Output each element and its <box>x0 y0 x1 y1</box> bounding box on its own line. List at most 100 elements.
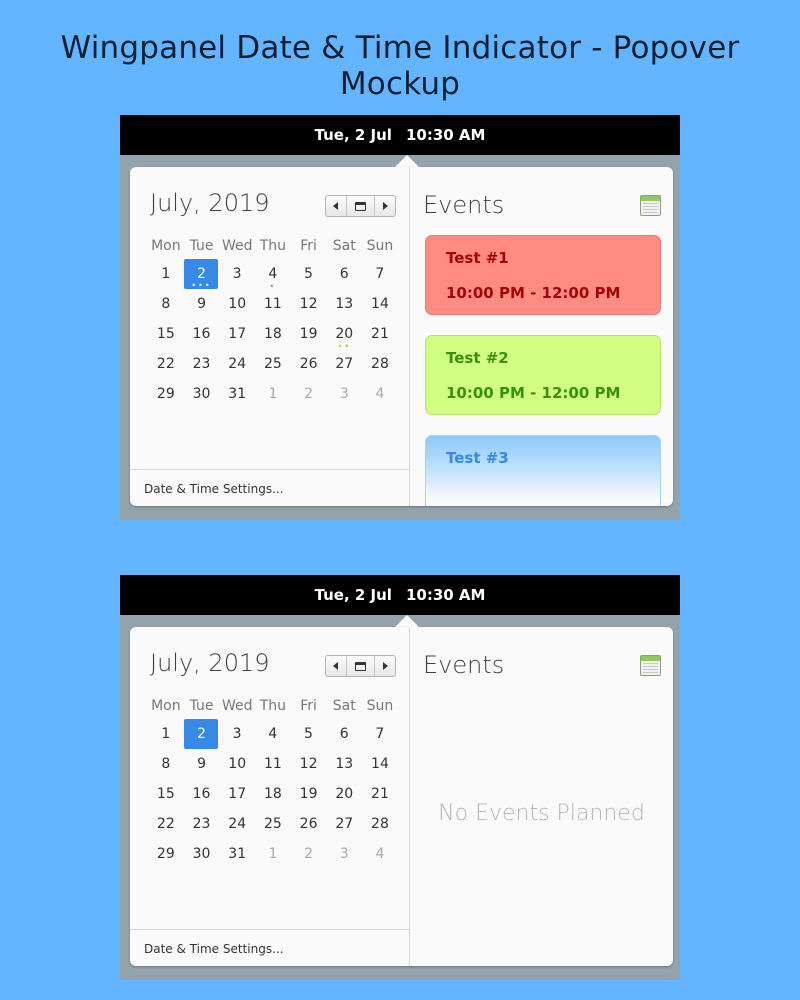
calendar-day[interactable]: 26 <box>291 351 327 377</box>
calendar-day[interactable]: 10 <box>219 751 255 777</box>
calendar-day[interactable]: 22 <box>148 811 184 837</box>
calendar-day[interactable]: 4 • <box>255 261 291 291</box>
day-number: 31 <box>228 846 247 862</box>
previous-month-button[interactable] <box>326 196 346 216</box>
calendar-day[interactable]: 1 <box>255 841 291 867</box>
month-navigation <box>325 655 396 677</box>
calendar-day[interactable]: 17 <box>219 321 255 347</box>
calendar-day[interactable]: 27 <box>326 811 362 837</box>
popover-mockup-with-events: Tue, 2 Jul 10:30 AM July, 2019 Mon Tue Wed… <box>120 115 680 520</box>
calendar-day[interactable]: 13 <box>326 751 362 777</box>
next-month-button[interactable] <box>375 656 395 676</box>
calendar-day[interactable]: 29 <box>148 841 184 867</box>
calendar-day[interactable]: 25 <box>255 351 291 377</box>
calendar-day[interactable]: 11 <box>255 751 291 777</box>
calendar-day[interactable]: 29 <box>148 381 184 407</box>
calendar-day[interactable]: 15 <box>148 321 184 347</box>
calendar-day[interactable]: 12 <box>291 291 327 317</box>
calendar-day[interactable]: 2 <box>291 841 327 867</box>
panel-time[interactable]: 10:30 AM <box>406 126 486 144</box>
calendar-day[interactable]: 30 <box>184 381 220 407</box>
calendar-day[interactable]: 24 <box>219 811 255 837</box>
calendar-day[interactable]: 5 <box>291 721 327 747</box>
calendar-day[interactable]: 26 <box>291 811 327 837</box>
calendar-day[interactable]: 4 <box>255 721 291 747</box>
calendar-day[interactable]: 25 <box>255 811 291 837</box>
previous-month-button[interactable] <box>326 656 346 676</box>
calendar-day[interactable]: 3 <box>219 721 255 747</box>
panel-time[interactable]: 10:30 AM <box>406 586 486 604</box>
calendar-day[interactable]: 5 <box>291 261 327 287</box>
calendar-day[interactable]: 2 <box>184 719 219 749</box>
day-number: 13 <box>335 296 354 312</box>
calendar-day[interactable]: 2 ••• <box>184 259 219 290</box>
event-card[interactable]: Test #2 10:00 PM - 12:00 PM <box>425 335 661 415</box>
calendar-day[interactable]: 14 <box>362 751 398 777</box>
calendar-day[interactable]: 20 <box>326 781 362 807</box>
event-card[interactable]: Test #3 <box>425 435 661 506</box>
event-indicator-dots: ••• <box>191 281 212 290</box>
calendar-day[interactable]: 12 <box>291 751 327 777</box>
chevron-right-icon <box>382 202 388 210</box>
wingpanel-top-bar[interactable]: Tue, 2 Jul 10:30 AM <box>120 115 680 155</box>
calendar-day[interactable]: 22 <box>148 351 184 377</box>
today-button[interactable] <box>345 656 376 676</box>
calendar-day[interactable]: 9 <box>184 751 220 777</box>
calendar-day[interactable]: 1 <box>148 261 184 287</box>
calendar-day[interactable]: 8 <box>148 291 184 317</box>
calendar-day[interactable]: 14 <box>362 291 398 317</box>
calendar-day[interactable]: 31 <box>219 381 255 407</box>
calendar-day[interactable]: 28 <box>362 811 398 837</box>
calendar-day[interactable]: 19 <box>291 781 327 807</box>
calendar-day[interactable]: 31 <box>219 841 255 867</box>
calendar-day[interactable]: 16 <box>184 781 220 807</box>
calendar-day[interactable]: 1 <box>255 381 291 407</box>
calendar-day[interactable]: 15 <box>148 781 184 807</box>
calendar-day[interactable]: 21 <box>362 321 398 347</box>
calendar-day[interactable]: 9 <box>184 291 220 317</box>
calendar-day[interactable]: 8 <box>148 751 184 777</box>
calendar-day[interactable]: 16 <box>184 321 220 347</box>
calendar-day[interactable]: 7 <box>362 261 398 287</box>
date-time-settings-link[interactable]: Date & Time Settings... <box>130 469 409 506</box>
calendar-day[interactable]: 10 <box>219 291 255 317</box>
day-number: 4 <box>375 386 385 402</box>
calendar-day[interactable]: 13 <box>326 291 362 317</box>
next-month-button[interactable] <box>375 196 395 216</box>
calendar-day[interactable]: 18 <box>255 321 291 347</box>
day-number: 25 <box>263 816 282 832</box>
calendar-day[interactable]: 17 <box>219 781 255 807</box>
calendar-day[interactable]: 20 •• <box>326 321 362 351</box>
calendar-day[interactable]: 28 <box>362 351 398 377</box>
calendar-day[interactable]: 11 <box>255 291 291 317</box>
today-button[interactable] <box>345 196 376 216</box>
calendar-day[interactable]: 6 <box>326 261 362 287</box>
calendar-app-icon[interactable] <box>640 195 661 216</box>
calendar-day[interactable]: 24 <box>219 351 255 377</box>
calendar-day[interactable]: 3 <box>326 841 362 867</box>
calendar-day[interactable]: 3 <box>326 381 362 407</box>
calendar-app-icon[interactable] <box>640 655 661 676</box>
calendar-day[interactable]: 23 <box>184 351 220 377</box>
wingpanel-top-bar[interactable]: Tue, 2 Jul 10:30 AM <box>120 575 680 615</box>
calendar-day[interactable]: 6 <box>326 721 362 747</box>
calendar-day[interactable]: 7 <box>362 721 398 747</box>
calendar-day[interactable]: 18 <box>255 781 291 807</box>
calendar-day[interactable]: 4 <box>362 841 398 867</box>
day-number: 8 <box>161 756 171 772</box>
calendar-icon <box>355 201 366 211</box>
calendar-day[interactable]: 30 <box>184 841 220 867</box>
panel-date[interactable]: Tue, 2 Jul <box>315 126 392 144</box>
calendar-day[interactable]: 21 <box>362 781 398 807</box>
calendar-day[interactable]: 27 <box>326 351 362 377</box>
calendar-day[interactable]: 19 <box>291 321 327 347</box>
month-label: July, 2019 <box>150 649 270 677</box>
calendar-day[interactable]: 2 <box>291 381 327 407</box>
calendar-day[interactable]: 1 <box>148 721 184 747</box>
panel-date[interactable]: Tue, 2 Jul <box>315 586 392 604</box>
calendar-day[interactable]: 23 <box>184 811 220 837</box>
calendar-day[interactable]: 4 <box>362 381 398 407</box>
event-card[interactable]: Test #1 10:00 PM - 12:00 PM <box>425 235 661 315</box>
calendar-day[interactable]: 3 <box>219 261 255 287</box>
date-time-settings-link[interactable]: Date & Time Settings... <box>130 929 409 966</box>
